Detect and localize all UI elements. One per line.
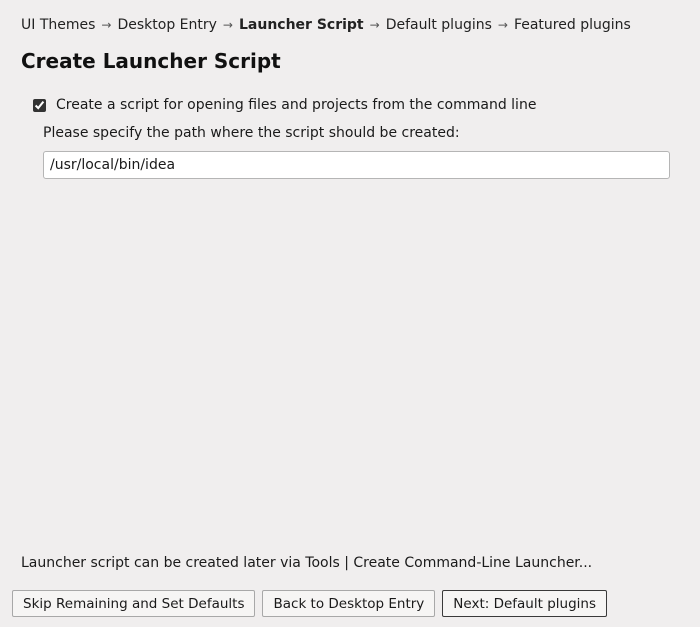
back-button[interactable]: Back to Desktop Entry <box>262 590 435 617</box>
content-area: Create a script for opening files and pr… <box>0 91 700 179</box>
path-hint-label: Please specify the path where the script… <box>43 125 669 141</box>
chevron-right-icon: → <box>101 18 111 32</box>
next-button[interactable]: Next: Default plugins <box>442 590 607 617</box>
chevron-right-icon: → <box>370 18 380 32</box>
chevron-right-icon: → <box>223 18 233 32</box>
breadcrumb-default-plugins[interactable]: Default plugins <box>386 17 492 33</box>
breadcrumb-featured-plugins[interactable]: Featured plugins <box>514 17 631 33</box>
create-script-checkbox-label: Create a script for opening files and pr… <box>56 97 536 113</box>
breadcrumb-launcher-script[interactable]: Launcher Script <box>239 17 364 33</box>
breadcrumb: UI Themes → Desktop Entry → Launcher Scr… <box>0 0 700 43</box>
breadcrumb-ui-themes[interactable]: UI Themes <box>21 17 95 33</box>
script-path-input[interactable] <box>43 151 670 179</box>
footer-note: Launcher script can be created later via… <box>21 555 592 571</box>
breadcrumb-desktop-entry[interactable]: Desktop Entry <box>117 17 216 33</box>
skip-remaining-button[interactable]: Skip Remaining and Set Defaults <box>12 590 255 617</box>
page-title: Create Launcher Script <box>0 43 700 91</box>
create-script-checkbox[interactable] <box>33 99 46 112</box>
chevron-right-icon: → <box>498 18 508 32</box>
footer-buttons: Skip Remaining and Set Defaults Back to … <box>12 590 688 617</box>
create-script-checkbox-row: Create a script for opening files and pr… <box>33 97 669 113</box>
